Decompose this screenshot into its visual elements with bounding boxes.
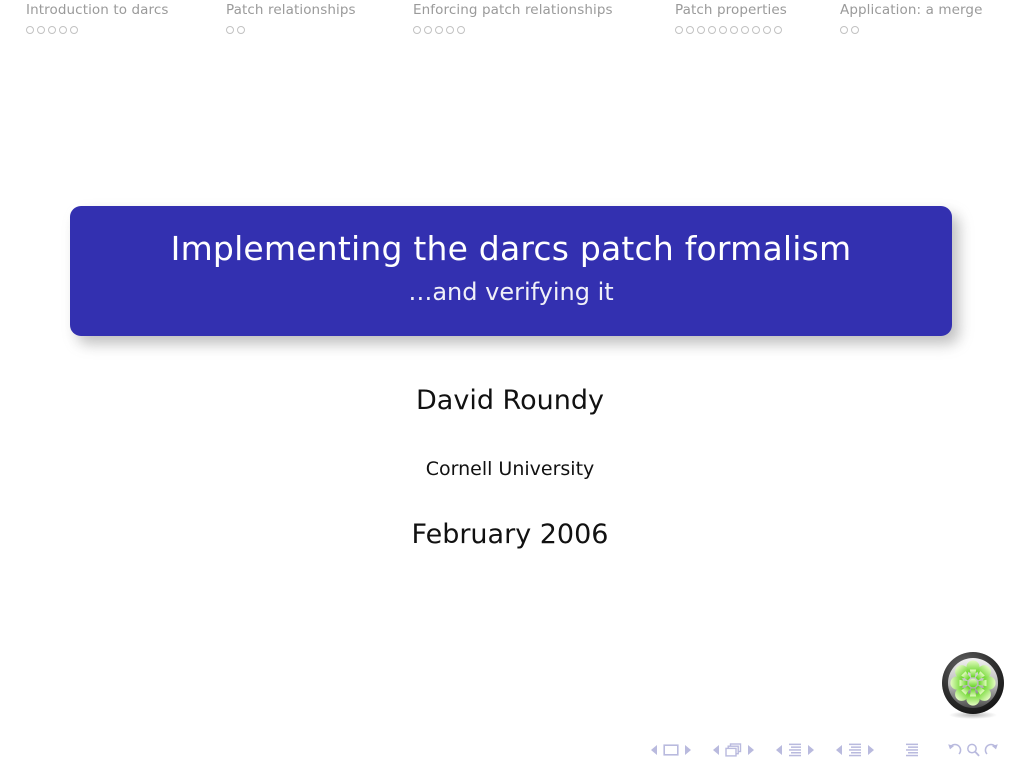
nav-section-title[interactable]: Application: a merge — [840, 3, 982, 18]
title-metadata: David Roundy Cornell University February… — [0, 386, 1020, 549]
nav-section-frames — [840, 25, 982, 34]
institute-name: Cornell University — [425, 457, 595, 480]
nav-frame-dot[interactable] — [48, 25, 56, 34]
nav-frame-dot[interactable] — [752, 25, 760, 34]
nav-frame-dot[interactable] — [59, 25, 67, 34]
section-icon[interactable] — [848, 743, 862, 757]
author-name: David Roundy — [416, 385, 604, 416]
darcs-logo — [938, 649, 1008, 719]
forward-arrow-icon[interactable] — [984, 743, 999, 757]
back-arrow-icon[interactable] — [947, 743, 962, 757]
nav-frame-dot[interactable] — [774, 25, 782, 34]
next-subsection-icon[interactable] — [807, 745, 814, 755]
nav-frame-dot[interactable] — [26, 25, 34, 34]
nav-frame-dot[interactable] — [730, 25, 738, 34]
navigation-header: Introduction to darcs Patch relationship… — [0, 0, 1020, 44]
nav-group-document — [905, 743, 919, 757]
nav-section-frames — [413, 25, 613, 34]
nav-section-3[interactable]: Patch properties — [675, 3, 787, 34]
nav-frame-dot[interactable] — [708, 25, 716, 34]
frame-icon[interactable] — [725, 743, 742, 757]
nav-frame-dot[interactable] — [686, 25, 694, 34]
next-frame-icon[interactable] — [747, 745, 754, 755]
nav-section-title[interactable]: Enforcing patch relationships — [413, 3, 613, 18]
nav-frame-dot[interactable] — [763, 25, 771, 34]
prev-slide-icon[interactable] — [651, 745, 658, 755]
subsection-icon[interactable] — [788, 743, 802, 757]
title-box: Implementing the darcs patch formalism …… — [70, 206, 952, 336]
nav-group-subsection — [771, 743, 819, 757]
nav-frame-dot[interactable] — [741, 25, 749, 34]
nav-group-section — [831, 743, 879, 757]
nav-section-1[interactable]: Patch relationships — [226, 3, 356, 34]
nav-frame-dot[interactable] — [851, 25, 859, 34]
beamer-navigation-symbols — [646, 739, 1011, 761]
nav-frame-dot[interactable] — [446, 25, 454, 34]
prev-subsection-icon[interactable] — [776, 745, 783, 755]
nav-frame-dot[interactable] — [719, 25, 727, 34]
page-title: Implementing the darcs patch formalism — [170, 228, 852, 268]
document-icon[interactable] — [905, 743, 919, 757]
nav-section-frames — [675, 25, 787, 34]
nav-section-title[interactable]: Patch relationships — [226, 3, 356, 18]
title-block: Implementing the darcs patch formalism …… — [70, 206, 959, 344]
nav-frame-dot[interactable] — [70, 25, 78, 34]
slide-icon[interactable] — [663, 744, 679, 756]
nav-frame-dot[interactable] — [840, 25, 848, 34]
nav-section-0[interactable]: Introduction to darcs — [26, 3, 169, 34]
nav-frame-dot[interactable] — [424, 25, 432, 34]
page-subtitle: …and verifying it — [408, 278, 614, 307]
logo-petals — [950, 660, 996, 706]
nav-section-frames — [226, 25, 356, 34]
nav-frame-dot[interactable] — [237, 25, 245, 34]
prev-frame-icon[interactable] — [713, 745, 720, 755]
nav-frame-dot[interactable] — [435, 25, 443, 34]
nav-frame-dot[interactable] — [457, 25, 465, 34]
next-section-icon[interactable] — [867, 745, 874, 755]
nav-group-frame — [708, 743, 759, 757]
magnifier-icon[interactable] — [966, 743, 980, 757]
nav-section-4[interactable]: Application: a merge — [840, 3, 982, 34]
nav-section-title[interactable]: Introduction to darcs — [26, 3, 169, 18]
nav-group-slide — [646, 744, 696, 756]
prev-section-icon[interactable] — [836, 745, 843, 755]
nav-section-title[interactable]: Patch properties — [675, 3, 787, 18]
nav-section-frames — [26, 25, 169, 34]
presentation-date: February 2006 — [411, 518, 609, 550]
nav-frame-dot[interactable] — [697, 25, 705, 34]
nav-group-extras — [947, 743, 999, 757]
nav-frame-dot[interactable] — [413, 25, 421, 34]
nav-frame-dot[interactable] — [675, 25, 683, 34]
nav-frame-dot[interactable] — [226, 25, 234, 34]
nav-frame-dot[interactable] — [37, 25, 45, 34]
nav-section-2[interactable]: Enforcing patch relationships — [413, 3, 613, 34]
logo-center-dot — [968, 678, 978, 688]
next-slide-icon[interactable] — [684, 745, 691, 755]
